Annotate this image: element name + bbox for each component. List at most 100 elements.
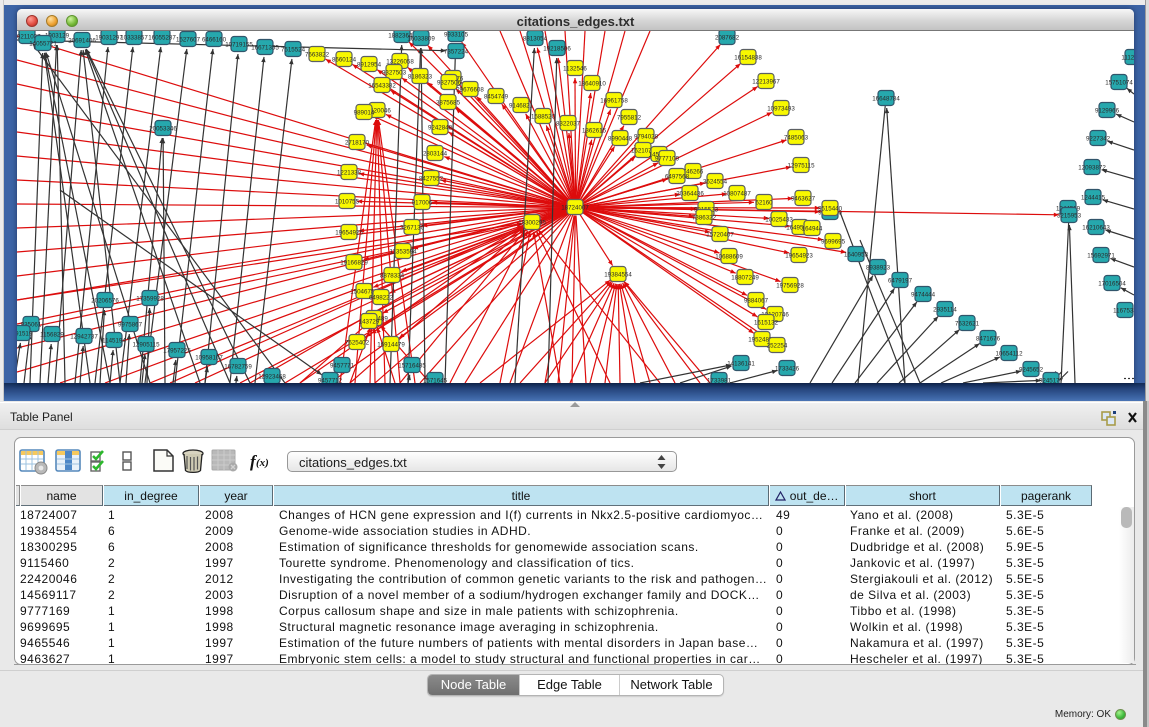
svg-text:12923468: 12923468 xyxy=(258,374,286,381)
svg-text:9245652: 9245652 xyxy=(1019,367,1044,374)
svg-text:2803144: 2803144 xyxy=(423,151,448,158)
svg-text:15720407: 15720407 xyxy=(706,232,734,239)
svg-text:19218506: 19218506 xyxy=(543,46,571,53)
svg-text:14136141: 14136141 xyxy=(727,361,755,368)
svg-text:6498222: 6498222 xyxy=(369,295,394,302)
svg-text:19654925: 19654925 xyxy=(335,230,363,237)
svg-text:10688609: 10688609 xyxy=(715,254,743,261)
svg-text:62160: 62160 xyxy=(755,200,773,207)
svg-text:16154838: 16154838 xyxy=(734,55,762,62)
svg-text:6479197: 6479197 xyxy=(888,278,913,285)
svg-text:9474444: 9474444 xyxy=(911,292,936,299)
svg-text:9699695: 9699695 xyxy=(821,239,846,246)
svg-text:9463627: 9463627 xyxy=(791,196,816,203)
svg-text:15692971: 15692971 xyxy=(1087,253,1115,260)
svg-text:8912954: 8912954 xyxy=(357,62,382,69)
svg-text:12905115: 12905115 xyxy=(132,342,160,349)
svg-text:10333857: 10333857 xyxy=(120,35,148,42)
svg-text:10807487: 10807487 xyxy=(723,191,751,198)
svg-text:20053346: 20053346 xyxy=(149,126,177,133)
svg-text:8660124: 8660124 xyxy=(332,57,357,64)
svg-text:1156829: 1156829 xyxy=(40,332,64,339)
svg-text:8454749: 8454749 xyxy=(484,94,509,101)
svg-text:3624554: 3624554 xyxy=(703,179,728,186)
svg-text:164944: 164944 xyxy=(802,226,823,233)
svg-text:20206576: 20206576 xyxy=(91,298,119,305)
svg-text:8427552: 8427552 xyxy=(419,176,444,183)
svg-text:1527607: 1527607 xyxy=(176,37,201,44)
svg-text:3267130: 3267130 xyxy=(400,225,425,232)
svg-text:391519: 391519 xyxy=(17,331,33,338)
svg-text:1588520: 1588520 xyxy=(531,114,556,121)
svg-text:10719155: 10719155 xyxy=(225,42,253,49)
svg-text:16210643: 16210643 xyxy=(1082,225,1110,232)
svg-text:1132546: 1132546 xyxy=(563,66,587,73)
svg-text:29676608: 29676608 xyxy=(456,87,484,94)
svg-text:7625402: 7625402 xyxy=(345,340,370,347)
svg-text:9794028: 9794028 xyxy=(634,134,659,141)
svg-text:7632621: 7632621 xyxy=(955,321,980,328)
svg-text:9515440: 9515440 xyxy=(818,206,843,213)
svg-text:7955812: 7955812 xyxy=(617,115,642,122)
svg-text:8938923: 8938923 xyxy=(866,265,891,272)
svg-text:12975115: 12975115 xyxy=(787,163,815,170)
svg-text:12093872: 12093872 xyxy=(1078,165,1106,172)
svg-text:7515524: 7515524 xyxy=(281,47,306,54)
svg-text:(x): (x) xyxy=(256,457,269,469)
svg-text:19654923: 19654923 xyxy=(785,253,813,260)
svg-text:1571645: 1571645 xyxy=(423,378,448,384)
svg-text:9245177: 9245177 xyxy=(1039,378,1064,384)
svg-text:1733426: 1733426 xyxy=(775,366,800,373)
svg-text:989014: 989014 xyxy=(354,110,375,117)
svg-text:6497568: 6497568 xyxy=(665,174,690,181)
svg-text:1010755: 1010755 xyxy=(335,199,360,206)
svg-text:17359928: 17359928 xyxy=(136,296,164,303)
svg-text:9884067: 9884067 xyxy=(744,298,769,305)
svg-text:7386322: 7386322 xyxy=(692,215,717,222)
svg-text:143729: 143729 xyxy=(359,319,380,326)
svg-text:9457771: 9457771 xyxy=(330,363,355,370)
svg-text:16543382: 16543382 xyxy=(368,83,396,90)
svg-text:9242848: 9242848 xyxy=(428,125,453,132)
svg-text:19166829: 19166829 xyxy=(340,260,368,267)
svg-text:16055287: 16055287 xyxy=(148,35,176,42)
svg-text:10973493: 10973493 xyxy=(767,106,795,113)
svg-text:18300295: 18300295 xyxy=(518,220,546,227)
svg-text:6466160: 6466160 xyxy=(202,37,227,44)
svg-text:1362615: 1362615 xyxy=(582,128,607,135)
svg-text:1221338: 1221338 xyxy=(337,170,362,177)
svg-text:9327506: 9327506 xyxy=(437,80,462,87)
svg-text:15751074: 15751074 xyxy=(1105,80,1133,87)
svg-text:16033809: 16033809 xyxy=(407,36,435,43)
svg-text:14055721: 14055721 xyxy=(29,41,57,48)
svg-text:10958107: 10958107 xyxy=(195,355,223,362)
svg-text:18724007: 18724007 xyxy=(561,205,589,212)
svg-text:3215953: 3215953 xyxy=(1057,213,1082,220)
svg-text:1244415: 1244415 xyxy=(1081,195,1106,202)
svg-text:7357224: 7357224 xyxy=(444,49,469,56)
svg-text:12213967: 12213967 xyxy=(752,79,780,86)
svg-text:2718170: 2718170 xyxy=(345,140,370,147)
svg-text:8471676: 8471676 xyxy=(976,336,1001,343)
svg-text:16648784: 16648784 xyxy=(872,96,900,103)
svg-text:16961758: 16961758 xyxy=(600,98,628,105)
svg-text:9227342: 9227342 xyxy=(1086,136,1111,143)
svg-text:917006: 917006 xyxy=(412,200,433,207)
svg-text:7485063: 7485063 xyxy=(784,135,809,142)
svg-text:20364436: 20364436 xyxy=(676,191,704,198)
svg-text:10654112: 10654112 xyxy=(995,351,1023,358)
svg-text:8322037: 8322037 xyxy=(556,121,581,128)
svg-text:19031297: 19031297 xyxy=(95,35,123,42)
svg-text:8990448: 8990448 xyxy=(608,136,633,143)
svg-text:18807249: 18807249 xyxy=(731,275,759,282)
svg-text:16782759: 16782759 xyxy=(224,364,252,371)
svg-text:19756928: 19756928 xyxy=(776,283,804,290)
svg-text:11353594: 11353594 xyxy=(389,249,417,256)
svg-text:19384554: 19384554 xyxy=(604,272,632,279)
svg-text:8186323: 8186323 xyxy=(408,74,433,81)
svg-text:1733981: 1733981 xyxy=(707,378,732,384)
svg-text:2935114: 2935114 xyxy=(933,307,957,314)
svg-text:9777109: 9777109 xyxy=(655,156,680,163)
svg-text:9327503: 9327503 xyxy=(382,70,407,77)
svg-text:18640910: 18640910 xyxy=(578,81,606,88)
